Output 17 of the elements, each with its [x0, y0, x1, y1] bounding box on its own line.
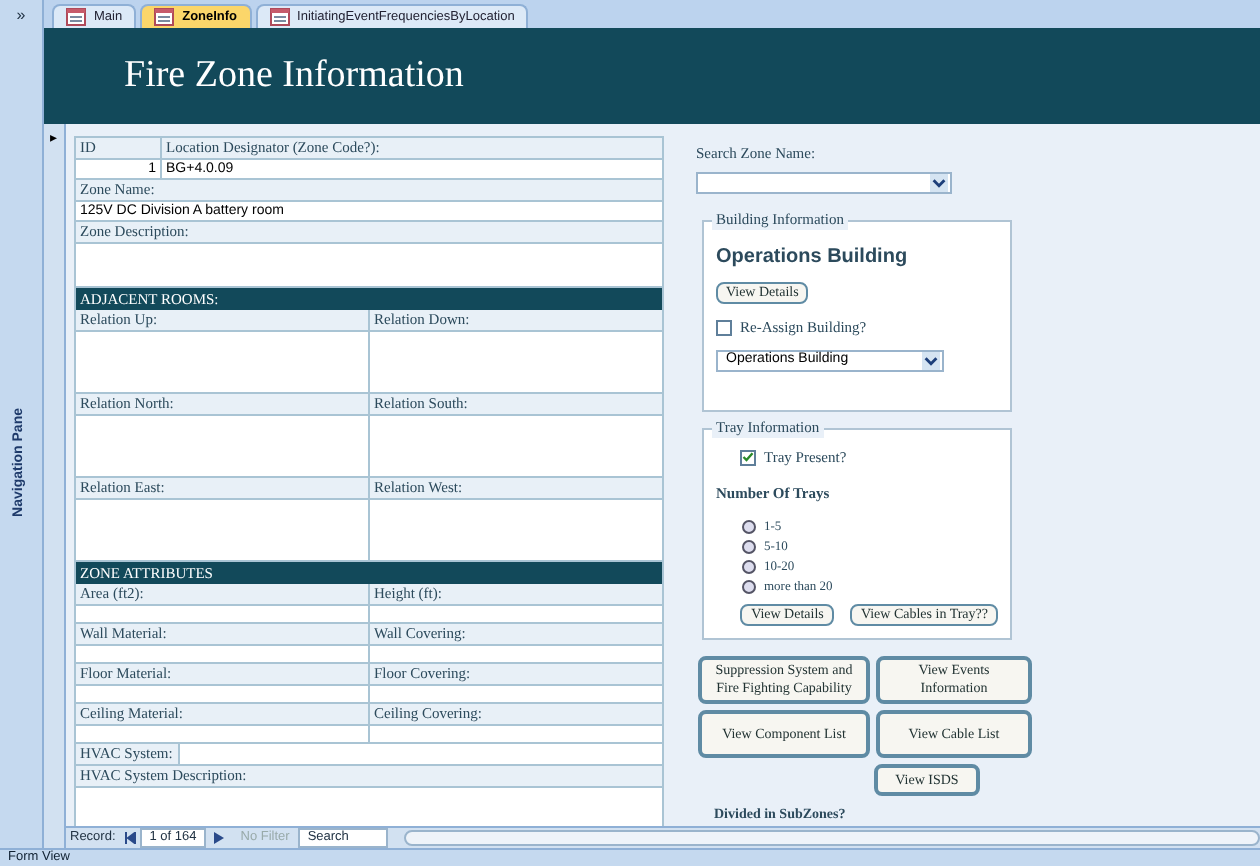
expand-button[interactable]: »	[16, 4, 26, 28]
form-title: Fire Zone Information	[124, 51, 464, 100]
form-icon	[66, 8, 86, 26]
form-icon	[154, 8, 175, 26]
checkbox[interactable]	[716, 319, 732, 336]
first-record-icon[interactable]	[123, 832, 136, 844]
form-icon	[269, 8, 290, 26]
checkbox[interactable]	[740, 449, 756, 466]
radio-button[interactable]	[742, 580, 756, 595]
horizontal-scrollbar[interactable]	[403, 830, 1260, 846]
radio-button[interactable]	[742, 520, 756, 535]
radio-button[interactable]	[742, 560, 756, 575]
building-name: Operations Building	[716, 244, 910, 273]
radio-button[interactable]	[742, 540, 756, 555]
dropdown-arrow-icon[interactable]	[930, 174, 948, 193]
next-record-icon[interactable]	[214, 832, 225, 844]
dropdown-arrow-icon[interactable]	[922, 351, 940, 369]
